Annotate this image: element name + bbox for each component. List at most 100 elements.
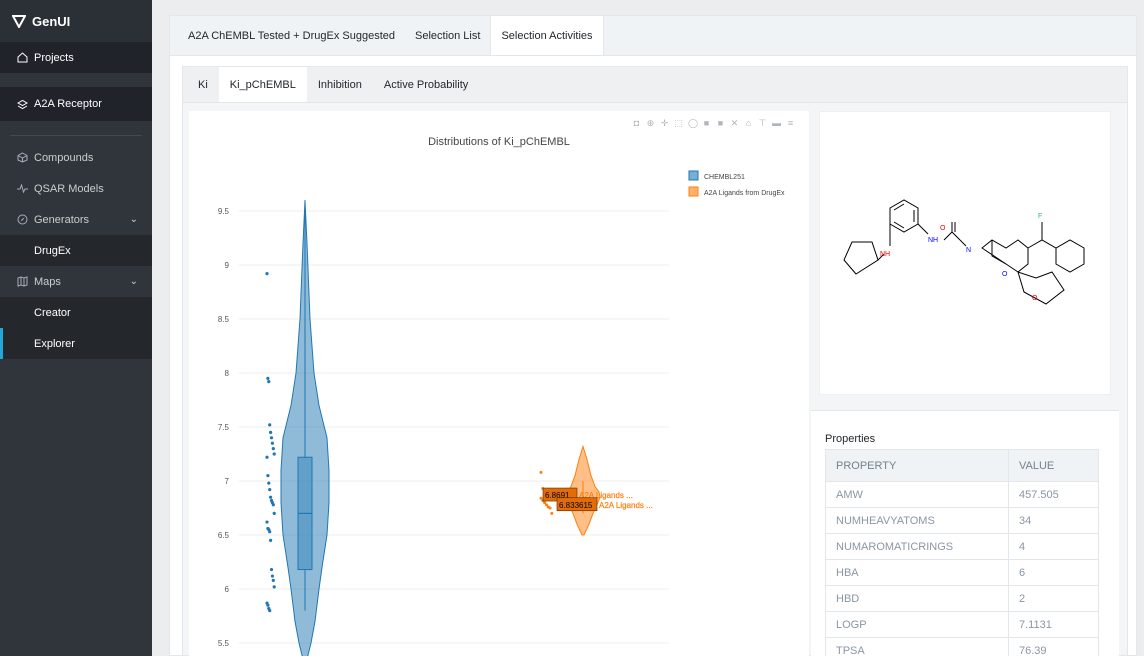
- tab-selection-activities[interactable]: Selection Activities: [490, 16, 604, 55]
- data-point-chembl251[interactable]: [271, 578, 275, 582]
- y-tick-label: 9.5: [218, 207, 230, 216]
- zoom-in-icon[interactable]: ■: [702, 119, 711, 128]
- brand[interactable]: GenUI: [0, 0, 152, 42]
- data-point-chembl251[interactable]: [270, 441, 274, 445]
- data-point-chembl251[interactable]: [270, 574, 274, 578]
- molecule-panel: F O NH NH N O O: [819, 111, 1111, 395]
- app-name: GenUI: [32, 13, 71, 29]
- sidebar: GenUI Projects A2A Receptor Compounds QS…: [0, 0, 152, 656]
- properties-title: Properties: [825, 433, 876, 445]
- zoom-out-icon[interactable]: ■: [716, 119, 725, 128]
- nav-projects[interactable]: Projects: [0, 42, 152, 73]
- data-point-chembl251[interactable]: [272, 511, 276, 515]
- data-point-chembl251[interactable]: [269, 538, 273, 542]
- data-point-drugex[interactable]: [550, 511, 554, 515]
- legend-label[interactable]: CHEMBL251: [704, 174, 745, 181]
- legend-swatch[interactable]: [688, 186, 699, 197]
- activity-icon: [16, 183, 28, 195]
- subtab-ki-pchembl[interactable]: Ki_pChEMBL: [218, 67, 307, 102]
- nav-generators[interactable]: Generators ⌄: [0, 204, 152, 235]
- data-point-chembl251[interactable]: [268, 488, 272, 492]
- nav-creator[interactable]: Creator: [0, 297, 152, 328]
- top-tabs: A2A ChEMBL Tested + DrugEx Suggested Sel…: [170, 16, 1136, 56]
- property-name: AMW: [825, 481, 1009, 508]
- nav-drugex-label: DrugEx: [34, 244, 71, 257]
- data-point-chembl251[interactable]: [269, 436, 274, 440]
- data-point-chembl251[interactable]: [269, 430, 273, 434]
- data-point-chembl251[interactable]: [266, 603, 270, 607]
- property-value: 2: [1008, 585, 1099, 612]
- nav-drugex[interactable]: DrugEx: [0, 235, 152, 266]
- table-row: LOGP 7.1131: [825, 611, 1099, 638]
- legend-label[interactable]: A2A Ligands from DrugEx: [704, 190, 785, 197]
- data-point-chembl251[interactable]: [268, 423, 272, 427]
- home-axes-icon[interactable]: ⌂: [744, 119, 753, 128]
- data-point-chembl251[interactable]: [266, 376, 270, 380]
- table-row: HBD 2: [825, 585, 1099, 612]
- data-point-chembl251[interactable]: [267, 380, 271, 384]
- subtab-ki[interactable]: Ki: [187, 67, 219, 102]
- data-point-chembl251[interactable]: [265, 520, 269, 524]
- zoom-icon[interactable]: ⊕: [646, 119, 655, 128]
- data-point-chembl251[interactable]: [268, 609, 272, 613]
- hover-closest-icon[interactable]: ▬: [772, 119, 781, 128]
- violin-chart[interactable]: Distributions of Ki_pChEMBL 9.5 9 8.5 8 7.5 7 6…: [189, 111, 809, 656]
- atom-label-o-furan: O: [1032, 295, 1038, 302]
- y-tick-label: 8: [225, 369, 230, 378]
- y-tick-label: 6.5: [218, 531, 230, 540]
- table-row: NUMHEAVYATOMS 34: [825, 507, 1099, 534]
- data-point-chembl251[interactable]: [267, 481, 271, 485]
- chevron-down-icon[interactable]: ⌄: [130, 214, 138, 225]
- lasso-icon[interactable]: ◯: [688, 119, 698, 128]
- nav-creator-label: Creator: [34, 306, 71, 319]
- box-select-icon[interactable]: ⬚: [674, 119, 683, 128]
- nav-compounds[interactable]: Compounds: [0, 142, 152, 173]
- column-header-value[interactable]: VALUE: [1008, 449, 1099, 482]
- camera-icon[interactable]: ◘: [632, 119, 641, 128]
- hover-compare-icon[interactable]: ≡: [786, 119, 795, 128]
- property-name: TPSA: [825, 637, 1009, 656]
- triangle-logo-icon: [12, 15, 26, 28]
- data-point-chembl251[interactable]: [271, 447, 275, 451]
- data-point-drugex[interactable]: [539, 470, 543, 474]
- data-point-chembl251[interactable]: [266, 474, 270, 478]
- atom-label-n: O: [1002, 271, 1008, 278]
- column-header-property[interactable]: PROPERTY: [825, 449, 1009, 482]
- data-point-drugex[interactable]: [548, 506, 552, 510]
- subtab-inhibition[interactable]: Inhibition: [307, 67, 373, 102]
- atom-label-o-ether: NH: [880, 251, 890, 258]
- nav-maps[interactable]: Maps ⌄: [0, 266, 152, 297]
- nav-explorer[interactable]: Explorer: [0, 328, 152, 359]
- tab-compounds-set[interactable]: A2A ChEMBL Tested + DrugEx Suggested: [178, 16, 405, 55]
- autoscale-icon[interactable]: ✕: [730, 119, 739, 128]
- data-point-chembl251[interactable]: [265, 272, 269, 276]
- data-point-chembl251[interactable]: [269, 495, 273, 499]
- nav-qsar[interactable]: QSAR Models: [0, 173, 152, 204]
- nav-generators-label: Generators: [34, 213, 90, 226]
- pan-icon[interactable]: ✛: [660, 119, 669, 128]
- spike-icon[interactable]: ⊤: [758, 119, 767, 128]
- subtab-active-probability[interactable]: Active Probability: [373, 67, 479, 102]
- data-point-chembl251[interactable]: [268, 530, 272, 534]
- property-name: LOGP: [825, 611, 1009, 638]
- table-row: NUMAROMATICRINGS 4: [825, 533, 1099, 560]
- chevron-down-icon[interactable]: ⌄: [130, 276, 138, 287]
- legend-swatch[interactable]: [688, 170, 699, 181]
- table-row: TPSA 76.39: [825, 637, 1099, 656]
- y-tick-label: 9: [225, 261, 230, 270]
- molecule-structure[interactable]: F O NH NH N O O: [820, 112, 1110, 394]
- properties-table: PROPERTY VALUE AMW 457.505 NUMHEAVYATOMS 3…: [825, 449, 1099, 656]
- property-name: HBA: [825, 559, 1009, 586]
- activities-panel: Ki Ki_pChEMBL Inhibition Active Probabil…: [182, 66, 1128, 656]
- y-tick-label: 7.5: [218, 423, 230, 432]
- data-point-chembl251[interactable]: [265, 455, 269, 459]
- property-name: HBD: [825, 585, 1009, 612]
- tab-selection-list[interactable]: Selection List: [405, 16, 490, 55]
- nav-project-a2a[interactable]: A2A Receptor: [0, 87, 152, 121]
- data-point-chembl251[interactable]: [272, 452, 276, 456]
- data-point-chembl251[interactable]: [271, 503, 275, 507]
- data-point-chembl251[interactable]: [269, 567, 274, 572]
- chart-title: Distributions of Ki_pChEMBL: [428, 136, 570, 148]
- data-point-chembl251[interactable]: [272, 585, 276, 589]
- map-icon: [16, 276, 28, 288]
